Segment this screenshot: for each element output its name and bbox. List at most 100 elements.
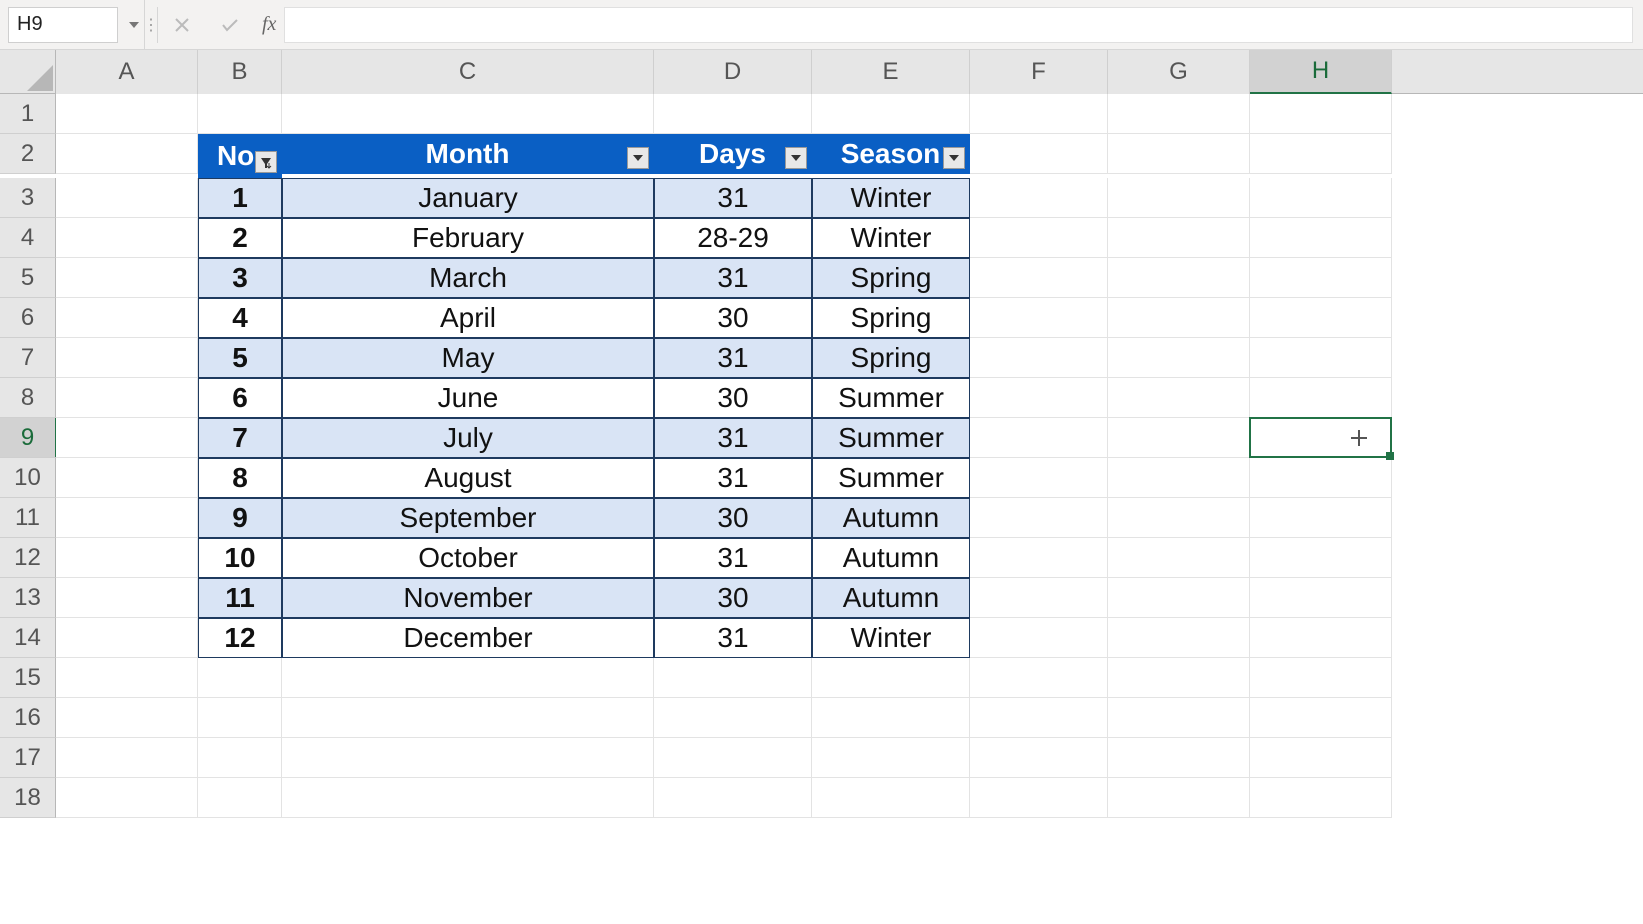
cell-C13[interactable]: November bbox=[282, 578, 654, 618]
cell-D9[interactable]: 31 bbox=[654, 418, 812, 458]
column-header-H[interactable]: H bbox=[1250, 50, 1392, 94]
cell-F7[interactable] bbox=[970, 338, 1108, 378]
cell-C9[interactable]: July bbox=[282, 418, 654, 458]
cell-E9[interactable]: Summer bbox=[812, 418, 970, 458]
cell-C3[interactable]: January bbox=[282, 178, 654, 218]
cell-B3[interactable]: 1 bbox=[198, 178, 282, 218]
cell-F4[interactable] bbox=[970, 218, 1108, 258]
cell-F1[interactable] bbox=[970, 94, 1108, 134]
cell-H14[interactable] bbox=[1250, 618, 1392, 658]
cell-C6[interactable]: April bbox=[282, 298, 654, 338]
filter-dropdown-icon[interactable] bbox=[785, 147, 807, 169]
cell-B16[interactable] bbox=[198, 698, 282, 738]
cell-G9[interactable] bbox=[1108, 418, 1250, 458]
cell-E3[interactable]: Winter bbox=[812, 178, 970, 218]
cell-E12[interactable]: Autumn bbox=[812, 538, 970, 578]
cell-H2[interactable] bbox=[1250, 134, 1392, 174]
cell-H4[interactable] bbox=[1250, 218, 1392, 258]
row-header-16[interactable]: 16 bbox=[0, 698, 56, 738]
enter-button[interactable] bbox=[206, 0, 254, 49]
cell-H17[interactable] bbox=[1250, 738, 1392, 778]
cell-H6[interactable] bbox=[1250, 298, 1392, 338]
cell-A2[interactable] bbox=[56, 134, 198, 174]
cell-F2[interactable] bbox=[970, 134, 1108, 174]
cell-B2[interactable]: No. bbox=[198, 134, 282, 178]
cell-G16[interactable] bbox=[1108, 698, 1250, 738]
cell-H12[interactable] bbox=[1250, 538, 1392, 578]
cell-G4[interactable] bbox=[1108, 218, 1250, 258]
cell-A13[interactable] bbox=[56, 578, 198, 618]
cell-B15[interactable] bbox=[198, 658, 282, 698]
cell-H15[interactable] bbox=[1250, 658, 1392, 698]
cell-B12[interactable]: 10 bbox=[198, 538, 282, 578]
cell-A9[interactable] bbox=[56, 418, 198, 458]
cell-E17[interactable] bbox=[812, 738, 970, 778]
cell-D18[interactable] bbox=[654, 778, 812, 818]
cell-D13[interactable]: 30 bbox=[654, 578, 812, 618]
cell-E7[interactable]: Spring bbox=[812, 338, 970, 378]
row-header-12[interactable]: 12 bbox=[0, 538, 56, 578]
cell-G15[interactable] bbox=[1108, 658, 1250, 698]
cell-G6[interactable] bbox=[1108, 298, 1250, 338]
cell-C14[interactable]: December bbox=[282, 618, 654, 658]
cell-D6[interactable]: 30 bbox=[654, 298, 812, 338]
cell-H7[interactable] bbox=[1250, 338, 1392, 378]
cell-F3[interactable] bbox=[970, 178, 1108, 218]
cell-G5[interactable] bbox=[1108, 258, 1250, 298]
cell-B1[interactable] bbox=[198, 94, 282, 134]
cell-A16[interactable] bbox=[56, 698, 198, 738]
cell-B13[interactable]: 11 bbox=[198, 578, 282, 618]
cell-C8[interactable]: June bbox=[282, 378, 654, 418]
cell-G7[interactable] bbox=[1108, 338, 1250, 378]
cell-H8[interactable] bbox=[1250, 378, 1392, 418]
row-header-7[interactable]: 7 bbox=[0, 338, 56, 378]
cell-F5[interactable] bbox=[970, 258, 1108, 298]
cell-A8[interactable] bbox=[56, 378, 198, 418]
worksheet[interactable]: ABCDEFGH 12No.MonthDaysSeason31January31… bbox=[0, 50, 1643, 924]
cell-D15[interactable] bbox=[654, 658, 812, 698]
column-header-D[interactable]: D bbox=[654, 50, 812, 94]
cell-B11[interactable]: 9 bbox=[198, 498, 282, 538]
cell-F15[interactable] bbox=[970, 658, 1108, 698]
cell-H18[interactable] bbox=[1250, 778, 1392, 818]
row-header-8[interactable]: 8 bbox=[0, 378, 56, 418]
cell-D4[interactable]: 28-29 bbox=[654, 218, 812, 258]
row-header-3[interactable]: 3 bbox=[0, 178, 56, 218]
filter-sort-icon[interactable] bbox=[255, 151, 277, 173]
column-header-C[interactable]: C bbox=[282, 50, 654, 94]
cell-G12[interactable] bbox=[1108, 538, 1250, 578]
cell-E5[interactable]: Spring bbox=[812, 258, 970, 298]
row-header-11[interactable]: 11 bbox=[0, 498, 56, 538]
cell-D1[interactable] bbox=[654, 94, 812, 134]
cell-F17[interactable] bbox=[970, 738, 1108, 778]
cell-A10[interactable] bbox=[56, 458, 198, 498]
cell-H10[interactable] bbox=[1250, 458, 1392, 498]
filter-dropdown-icon[interactable] bbox=[943, 147, 965, 169]
cell-G14[interactable] bbox=[1108, 618, 1250, 658]
cell-D11[interactable]: 30 bbox=[654, 498, 812, 538]
cell-C7[interactable]: May bbox=[282, 338, 654, 378]
cell-E18[interactable] bbox=[812, 778, 970, 818]
row-header-6[interactable]: 6 bbox=[0, 298, 56, 338]
cell-F16[interactable] bbox=[970, 698, 1108, 738]
cell-B8[interactable]: 6 bbox=[198, 378, 282, 418]
cell-D17[interactable] bbox=[654, 738, 812, 778]
cell-C2[interactable]: Month bbox=[282, 134, 654, 174]
cell-B14[interactable]: 12 bbox=[198, 618, 282, 658]
cell-E14[interactable]: Winter bbox=[812, 618, 970, 658]
name-box[interactable]: H9 bbox=[8, 7, 118, 43]
cell-G1[interactable] bbox=[1108, 94, 1250, 134]
cell-D14[interactable]: 31 bbox=[654, 618, 812, 658]
cell-H11[interactable] bbox=[1250, 498, 1392, 538]
cell-B10[interactable]: 8 bbox=[198, 458, 282, 498]
cell-F8[interactable] bbox=[970, 378, 1108, 418]
cell-B7[interactable]: 5 bbox=[198, 338, 282, 378]
cell-E6[interactable]: Spring bbox=[812, 298, 970, 338]
cell-D2[interactable]: Days bbox=[654, 134, 812, 174]
row-header-1[interactable]: 1 bbox=[0, 94, 56, 134]
cell-A5[interactable] bbox=[56, 258, 198, 298]
cell-D3[interactable]: 31 bbox=[654, 178, 812, 218]
cell-A14[interactable] bbox=[56, 618, 198, 658]
row-header-17[interactable]: 17 bbox=[0, 738, 56, 778]
column-header-A[interactable]: A bbox=[56, 50, 198, 94]
